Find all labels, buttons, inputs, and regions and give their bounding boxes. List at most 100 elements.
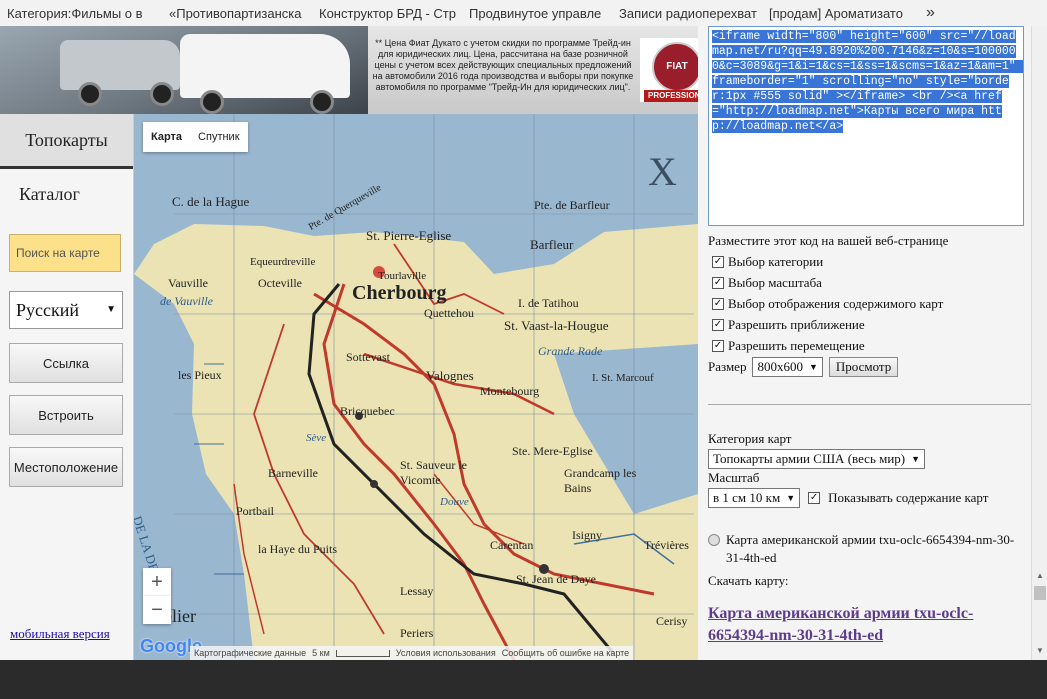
scale-bar [335, 649, 390, 657]
catalog-link[interactable]: Каталог [19, 184, 80, 205]
checkbox-checked-icon: ✓ [712, 319, 724, 331]
map-label: Trévières [644, 538, 689, 552]
tab-topomaps[interactable]: Топокарты [0, 114, 133, 169]
map-type-satellite-button[interactable]: Спутник [190, 131, 247, 143]
option-zoom-checkbox[interactable]: ✓ Разрешить приближение [712, 317, 865, 333]
size-value: 800x600 [757, 359, 803, 374]
option-pan-checkbox[interactable]: ✓ Разрешить перемещение [712, 338, 865, 354]
right-panel: <iframe width="800" height="600" src="//… [698, 26, 1039, 660]
option-category-checkbox[interactable]: ✓ Выбор категории [712, 254, 823, 270]
map-label: Portbail [236, 504, 274, 518]
map-label: St. Vaast-la-Hougue [504, 318, 609, 333]
map-radio-button[interactable] [708, 534, 720, 546]
preview-button[interactable]: Просмотр [828, 357, 899, 377]
map-radio-row: Карта американской армии txu-oclc-665439… [708, 531, 1028, 567]
mobile-version-link[interactable]: мобильная версия [10, 626, 110, 642]
report-error-link[interactable]: Сообщить об ошибке на карте [502, 648, 629, 658]
dropdown-arrow-icon: ▼ [808, 362, 818, 372]
wheel-image [78, 82, 102, 106]
bookmark-item[interactable]: «Противопартизанска [162, 6, 312, 21]
map-label: Montebourg [480, 384, 540, 398]
map-scale-text: 5 км [312, 648, 330, 658]
dropdown-arrow-icon: ▼ [911, 454, 921, 464]
map-label: I. St. Marcouf [592, 372, 654, 384]
option-label: Разрешить перемещение [728, 338, 865, 353]
option-scale-checkbox[interactable]: ✓ Выбор масштаба [712, 275, 822, 291]
option-content-checkbox[interactable]: ✓ Выбор отображения содержимого карт [712, 296, 943, 312]
category-select[interactable]: Топокарты армии США (весь мир) ▼ [708, 449, 926, 469]
map-label: Tourlaville [378, 270, 427, 282]
map-label: Valognes [426, 368, 474, 383]
map-label: Lessay [400, 584, 434, 598]
sidebar: Топокарты Каталог Поиск на карте Русский… [0, 114, 134, 660]
map-radio-label: Карта американской армии txu-oclc-665439… [726, 532, 1015, 565]
option-label: Разрешить приближение [728, 317, 865, 332]
bookmark-item[interactable]: Продвинутое управле [462, 6, 612, 21]
map-label: I. de Tatihou [518, 296, 579, 310]
embed-code-textarea[interactable]: <iframe width="800" height="600" src="//… [708, 26, 1024, 226]
wheel-image [200, 90, 224, 114]
map-label: Cherbourg [352, 282, 447, 304]
map-label: Barfleur [530, 237, 574, 252]
van-image [180, 34, 350, 98]
location-button[interactable]: Местоположение [9, 447, 123, 487]
search-on-map-button[interactable]: Поиск на карте [9, 234, 121, 272]
map-label: Vauville [168, 276, 208, 290]
embed-button[interactable]: Встроить [9, 395, 123, 435]
terms-link[interactable]: Условия использования [396, 648, 496, 658]
ad-vans-image [0, 26, 368, 114]
map-label: St. Sauveur le Vicomte [400, 458, 467, 487]
map-type-map-button[interactable]: Карта [143, 131, 190, 143]
map-label: St. Pierre-Eglise [366, 228, 452, 243]
category-select-wrap: Топокарты армии США (весь мир) ▼ [708, 449, 926, 469]
dropdown-arrow-icon: ▼ [106, 304, 116, 315]
divider [708, 404, 1039, 405]
zoom-out-button[interactable]: − [143, 596, 171, 624]
map-label: Sève [306, 432, 327, 444]
map-label: Isigny [572, 528, 602, 542]
fiat-professional-text: PROFESSION [644, 90, 698, 102]
bookmark-item[interactable]: [продам] Ароматизато [762, 6, 912, 21]
map-label: Barneville [268, 466, 318, 480]
wheel-image [150, 82, 174, 106]
checkbox-checked-icon: ✓ [712, 256, 724, 268]
map-label: Pte. de Barfleur [534, 198, 610, 212]
size-row: Размер 800x600 ▼ Просмотр [708, 357, 899, 377]
size-select[interactable]: 800x600 ▼ [752, 357, 823, 377]
scrollbar-thumb[interactable] [1034, 586, 1046, 600]
map-label: Periers [400, 626, 434, 640]
map-label: Cerisy [656, 614, 688, 628]
ad-banner[interactable]: ** Цена Фиат Дукато с учетом скидки по п… [0, 26, 698, 114]
scale-label: Масштаб [708, 470, 760, 485]
bookmarks-bar: Категория:Фильмы о в «Противопартизанска… [0, 0, 1047, 27]
scroll-up-icon[interactable]: ▲ [1032, 569, 1047, 583]
wheel-image [310, 90, 334, 114]
map-footer: Картографические данные 5 км Условия исп… [190, 646, 634, 660]
show-content-label: Показывать содержание карт [828, 490, 989, 505]
link-button[interactable]: Ссылка [9, 343, 123, 383]
download-label: Скачать карту: [708, 573, 789, 588]
map-label: Grandcamp les Bains [564, 466, 637, 495]
option-label: Выбор отображения содержимого карт [728, 296, 944, 311]
zoom-in-button[interactable]: + [143, 568, 171, 596]
language-value: Русский [16, 299, 79, 320]
map-label: Carentan [490, 538, 534, 552]
category-label: Категория карт [708, 431, 792, 446]
map-label: Douve [440, 496, 469, 508]
scale-select[interactable]: в 1 см 10 км ▼ [708, 488, 801, 508]
show-content-checkbox[interactable]: ✓ [808, 492, 821, 504]
page: ** Цена Фиат Дукато с учетом скидки по п… [0, 26, 1047, 660]
bookmark-item[interactable]: Записи радиоперехват [612, 6, 762, 21]
language-select[interactable]: Русский ▼ [9, 291, 123, 329]
map-title-link[interactable]: Карта американской армии txu-oclc-665439… [708, 603, 1018, 647]
scroll-down-icon[interactable]: ▼ [1032, 644, 1047, 658]
scrollbar[interactable]: ▲ ▼ [1031, 26, 1047, 660]
checkbox-checked-icon: ✓ [712, 277, 724, 289]
bookmarks-overflow-button[interactable]: » [916, 4, 945, 22]
category-value: Топокарты армии США (весь мир) [713, 451, 906, 466]
bookmark-item[interactable]: Категория:Фильмы о в [0, 6, 162, 21]
bookmark-item[interactable]: Конструктор БРД - Стр [312, 6, 462, 21]
checkbox-checked-icon: ✓ [712, 340, 724, 352]
map-view[interactable]: C. de la Hague Pte. de Querqueville Pte.… [134, 114, 698, 660]
ad-text: ** Цена Фиат Дукато с учетом скидки по п… [372, 38, 634, 92]
